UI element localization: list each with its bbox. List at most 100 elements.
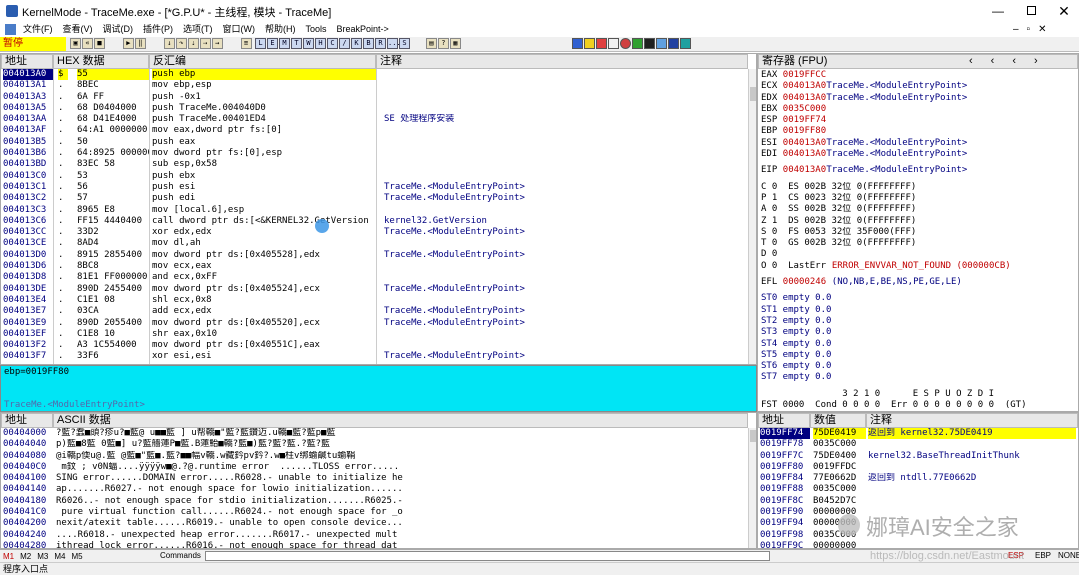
disasm-row[interactable]: 004013A1. 8BEC mov ebp,esp bbox=[1, 80, 746, 91]
stack-header-value[interactable]: 数值 bbox=[810, 413, 866, 428]
tab-m4[interactable]: M4 bbox=[54, 552, 65, 561]
disasm-row[interactable]: 004013B5. 50 push eax bbox=[1, 137, 746, 148]
register-row[interactable]: EAX 0019FFCC bbox=[761, 70, 1076, 81]
fpu-row[interactable]: ST7 empty 0.0 bbox=[761, 372, 1076, 383]
flag-row[interactable]: C 0 ES 002B 32位 0(FFFFFFFF) bbox=[761, 182, 1076, 193]
disasm-row[interactable]: 004013E9. 890D 2055400 mov dword ptr ds:[0… bbox=[1, 318, 746, 329]
plugin-teal-icon[interactable] bbox=[680, 38, 691, 49]
fpu-row[interactable]: ST3 empty 0.0 bbox=[761, 327, 1076, 338]
dump-row[interactable]: 00404140 ap.......R6027.- not enough spac… bbox=[1, 484, 746, 495]
breakpoints-button[interactable]: B bbox=[363, 38, 374, 49]
dump-header-ascii[interactable]: ASCII 数据 bbox=[53, 413, 748, 428]
disasm-row[interactable]: 004013DE. 890D 2455400 mov dword ptr ds:[0… bbox=[1, 284, 746, 295]
dump-row[interactable]: 00404280 ithread lock error......R6016.- … bbox=[1, 541, 746, 549]
run-icon[interactable]: ▶ bbox=[122, 38, 134, 49]
stack-header-address[interactable]: 地址 bbox=[758, 413, 810, 428]
disasm-row[interactable]: 004013C1. 56 push esi TraceMe.<ModuleEntryP… bbox=[1, 182, 746, 193]
appearance-icon[interactable]: ▦ bbox=[449, 38, 461, 49]
fpu-row[interactable]: ST2 empty 0.0 bbox=[761, 316, 1076, 327]
menu-breakpoint[interactable]: BreakPoint-> bbox=[332, 22, 394, 37]
plugin-blue-icon[interactable] bbox=[572, 38, 583, 49]
patches-button[interactable]: / bbox=[339, 38, 350, 49]
close-button[interactable]: ✕ bbox=[1049, 1, 1079, 21]
disasm-row[interactable]: 004013AA. 68 D41E4000 push TraceMe.00401ED… bbox=[1, 114, 746, 125]
plugin-red-icon[interactable] bbox=[596, 38, 607, 49]
trace-into-icon[interactable]: ⇣ bbox=[187, 38, 199, 49]
help-icon[interactable]: ? bbox=[437, 38, 449, 49]
dump-row[interactable]: 004041C0 pure virtual function call.....… bbox=[1, 507, 746, 518]
dump-header-address[interactable]: 地址 bbox=[1, 413, 53, 428]
disasm-row[interactable]: 004013C3. 8965 E8 mov [local.6],esp bbox=[1, 205, 746, 216]
memory-map-button[interactable]: M bbox=[279, 38, 290, 49]
disasm-row[interactable]: 004013F2. A3 1C554000 mov dword ptr ds:[0x… bbox=[1, 340, 746, 351]
registers-body[interactable]: EAX 0019FFCC ECX 004013A0 TraceMe.<ModuleEnt… bbox=[761, 70, 1076, 410]
stack-row[interactable]: 0019FF78 0035C000 bbox=[758, 439, 1078, 450]
plugin-lightblue-icon[interactable] bbox=[656, 38, 667, 49]
disasm-row[interactable]: 004013F7. 33F6 xor esi,esi TraceMe.<ModuleE… bbox=[1, 351, 746, 362]
disasm-row[interactable]: 004013D8. 81E1 FF000000 and ecx,0xFF bbox=[1, 272, 746, 283]
register-row-eip[interactable]: EIP 004013A0 TraceMe.<ModuleEntryPoint> bbox=[761, 165, 1076, 176]
dump-row[interactable]: 00404000 ?藍?蠢■頭?疹u?■藍@ u■■藍 ] u帮轎■"藍?藍鑽迈.… bbox=[1, 428, 746, 439]
register-row[interactable]: EBX 0035C000 bbox=[761, 104, 1076, 115]
fpu-bits-row[interactable]: 3 2 1 0 E S P U O Z D I bbox=[761, 389, 1076, 400]
fpu-row[interactable]: ST5 empty 0.0 bbox=[761, 350, 1076, 361]
stack-row[interactable]: 0019FF7C 75DE0400 kernel32.BaseThreadInitT… bbox=[758, 451, 1078, 462]
maximize-button[interactable] bbox=[1017, 1, 1047, 21]
stack-row[interactable]: 0019FF8C B0452D7C bbox=[758, 496, 1078, 507]
plugin-green-icon[interactable] bbox=[632, 38, 643, 49]
tab-m3[interactable]: M3 bbox=[37, 552, 48, 561]
executable-modules-button[interactable]: E bbox=[267, 38, 278, 49]
dump-row[interactable]: 00404180 R6026..- not enough space for st… bbox=[1, 496, 746, 507]
plugin-navy-icon[interactable] bbox=[668, 38, 679, 49]
tab-m2[interactable]: M2 bbox=[20, 552, 31, 561]
register-row[interactable]: ESI 004013A0 TraceMe.<ModuleEntryPoint> bbox=[761, 138, 1076, 149]
tab-m5[interactable]: M5 bbox=[72, 552, 83, 561]
menu-tools[interactable]: Tools bbox=[301, 22, 332, 37]
fst-row[interactable]: FST 0000 Cond 0 0 0 0 Err 0 0 0 0 0 0 0 … bbox=[761, 400, 1076, 410]
trace-over-icon[interactable]: ⇢ bbox=[199, 38, 211, 49]
goto-icon[interactable]: ≡ bbox=[240, 38, 252, 49]
references-button[interactable]: R bbox=[375, 38, 386, 49]
disasm-row[interactable]: 004013AF. 64:A1 0000000 mov eax,dword ptr … bbox=[1, 125, 746, 136]
mdi-controls[interactable]: –▫✕ bbox=[1013, 22, 1055, 37]
flag-row[interactable]: D 0 bbox=[761, 249, 1076, 260]
call-stack-button[interactable]: K bbox=[351, 38, 362, 49]
disasm-row[interactable]: 004013E4. C1E1 08 shl ecx,0x8 bbox=[1, 295, 746, 306]
dump-row[interactable]: 004040C0 m鈫 ; v0N蝠....ÿÿÿÿw■@.?@.runtime… bbox=[1, 462, 746, 473]
disasm-row[interactable]: 004013C2. 57 push edi TraceMe.<ModuleEntryP… bbox=[1, 193, 746, 204]
handles-button[interactable]: H bbox=[315, 38, 326, 49]
dump-row[interactable]: 00404240 ....R6018.- unexpected heap erro… bbox=[1, 530, 746, 541]
register-row[interactable]: ESP 0019FF74 bbox=[761, 115, 1076, 126]
tab-m1[interactable]: M1 bbox=[3, 552, 14, 561]
plugin-record-icon[interactable] bbox=[620, 38, 631, 49]
flag-row[interactable]: S 0 FS 0053 32位 35F000(FFF) bbox=[761, 227, 1076, 238]
open-icon[interactable]: ▣ bbox=[70, 38, 81, 49]
disasm-row[interactable]: 004013D6. 8BC8 mov ecx,eax bbox=[1, 261, 746, 272]
rewind-icon[interactable]: « bbox=[82, 38, 93, 49]
register-row[interactable]: ECX 004013A0 TraceMe.<ModuleEntryPoint> bbox=[761, 81, 1076, 92]
registers-header[interactable]: 寄存器 (FPU) ‹‹‹› bbox=[758, 54, 1078, 69]
menu-plugins[interactable]: 插件(P) bbox=[138, 22, 178, 37]
stack-row[interactable]: 0019FF84 77E0662D 返回到 ntdll.77E0662D bbox=[758, 473, 1078, 484]
stack-row[interactable]: 0019FF9C 00000000 bbox=[758, 541, 1078, 549]
windows-button[interactable]: W bbox=[303, 38, 314, 49]
fpu-row[interactable]: ST6 empty 0.0 bbox=[761, 361, 1076, 372]
ebp-button[interactable]: EBP bbox=[1035, 551, 1051, 560]
disasm-row[interactable]: 004013A3. 6A FF push -0x1 bbox=[1, 92, 746, 103]
disasm-scrollbar[interactable] bbox=[748, 69, 756, 364]
step-into-icon[interactable]: ↓ bbox=[163, 38, 175, 49]
efl-row[interactable]: EFL 00000246 (NO,NB,E,BE,NS,PE,GE,LE) bbox=[761, 277, 1076, 288]
lasterr-row[interactable]: O 0 LastErr ERROR_ENVVAR_NOT_FOUND (0000… bbox=[761, 261, 1076, 272]
none-button[interactable]: NONE bbox=[1058, 551, 1079, 560]
menu-debug[interactable]: 调试(D) bbox=[98, 22, 139, 37]
close-file-icon[interactable]: ■ bbox=[94, 38, 105, 49]
dump-row[interactable]: 00404040 p)藍■8藍 0藍■] u?藍艢蓮P■藍.B蓮鮐■轎?藍■)藍?… bbox=[1, 439, 746, 450]
disasm-row[interactable]: 004013A5. 68 D0404000 push TraceMe.004040D… bbox=[1, 103, 746, 114]
menu-view[interactable]: 查看(V) bbox=[58, 22, 98, 37]
disasm-header-disasm[interactable]: 反汇编 bbox=[149, 54, 376, 69]
stack-row[interactable]: 0019FF80 0019FFDC bbox=[758, 462, 1078, 473]
threads-button[interactable]: T bbox=[291, 38, 302, 49]
register-row[interactable]: EBP 0019FF80 bbox=[761, 126, 1076, 137]
menu-options[interactable]: 选项(T) bbox=[178, 22, 218, 37]
dump-row[interactable]: 00404080 @i轎p偄u@.藍 @藍■"藍■.藍?■■幅v轎.w藏鈐pv鈐?… bbox=[1, 451, 746, 462]
